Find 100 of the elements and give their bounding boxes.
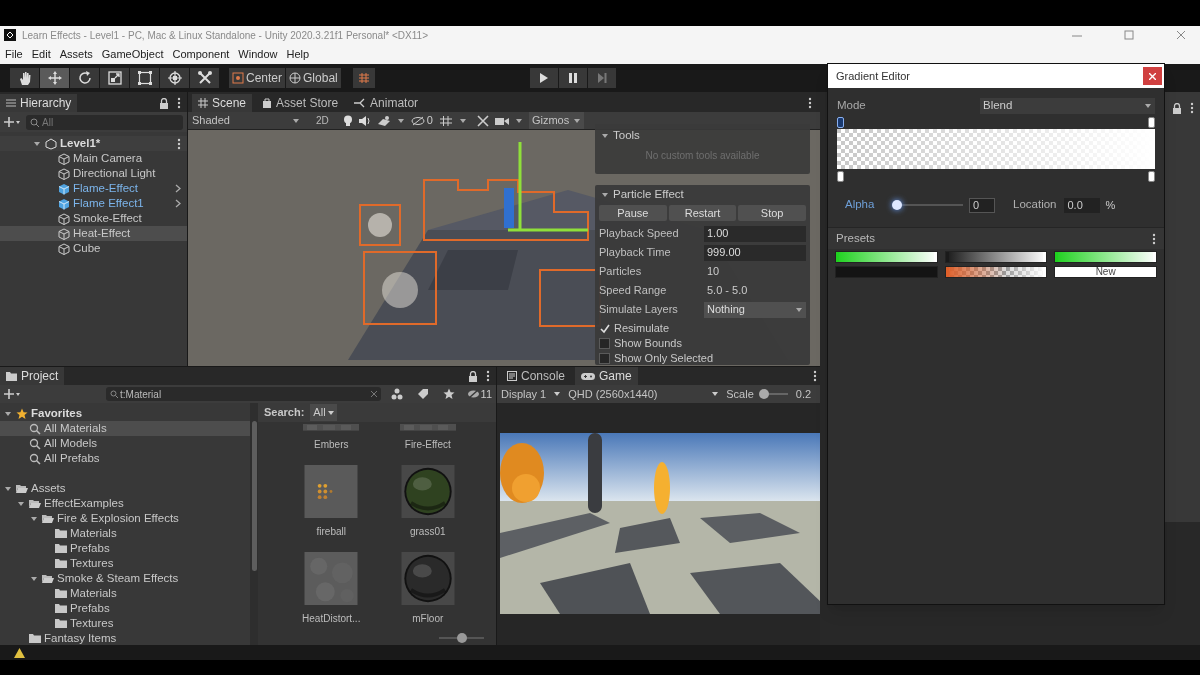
2d-toggle[interactable]: 2D [316,113,329,128]
caret-down-icon[interactable] [30,514,38,523]
location-field[interactable]: 0.0 [1064,197,1101,213]
clear-icon[interactable] [370,391,377,397]
more-icon[interactable] [177,97,181,109]
tool-button[interactable] [160,68,189,88]
tool-button[interactable] [130,68,159,88]
color-key[interactable] [837,171,844,182]
panel-tab[interactable]: Game [575,367,638,385]
menu-item[interactable]: Assets [59,45,93,63]
close-button[interactable] [1143,67,1162,85]
caret-down-icon[interactable] [33,139,41,148]
more-icon[interactable] [813,370,817,382]
space-button[interactable]: Global [286,68,341,88]
camera-icon[interactable] [494,115,509,126]
folder-tree-item[interactable]: Materials [0,586,250,601]
shading-dropdown[interactable]: Shaded [192,112,300,129]
folder-tree-item[interactable]: Fantasy Items [0,631,250,645]
folder-tree-item[interactable]: All Models [0,436,250,451]
pivot-button[interactable]: Center [229,68,286,88]
more-icon[interactable] [1189,102,1194,114]
folder-tree-item[interactable]: Prefabs [0,541,250,556]
menu-item[interactable]: Window [238,45,278,63]
hidden-objects-toggle[interactable]: 0 [410,112,433,129]
filter-type-icon[interactable] [390,388,403,400]
hidden-packages-toggle[interactable]: 11 [466,385,492,403]
gradient-preset[interactable] [835,251,938,263]
hierarchy-item[interactable]: Flame-Effect [0,181,187,196]
effects-icon[interactable] [376,114,391,127]
panel-tab[interactable]: Console [501,367,572,385]
playback-button[interactable]: Stop [738,205,806,221]
lock-icon[interactable] [468,370,478,382]
panel-tab[interactable]: Project [0,367,65,385]
crossed-tools-icon[interactable] [476,114,489,127]
color-key[interactable] [1148,171,1155,182]
panel-tab[interactable]: Asset Store [256,94,345,112]
lock-icon[interactable] [1171,102,1182,114]
caret-down-icon[interactable] [30,574,38,583]
folder-tree-item[interactable]: Smoke & Steam Effects [0,571,250,586]
hierarchy-item[interactable]: Flame Effect1 [0,196,187,211]
grid-icon[interactable] [438,114,453,127]
add-icon[interactable] [4,389,20,399]
light-bulb-icon[interactable] [342,114,353,127]
folder-tree-item[interactable]: All Materials [0,421,250,436]
star-icon[interactable] [442,388,455,400]
caret-down-icon[interactable] [4,409,12,418]
alpha-key[interactable] [837,117,844,128]
menu-item[interactable]: GameObject [101,45,164,63]
pause-button[interactable] [558,68,587,88]
gradient-preset[interactable] [944,251,1048,263]
menu-item[interactable]: File [5,45,23,63]
playback-button[interactable]: Pause [599,205,667,221]
more-icon[interactable] [177,137,181,150]
folder-tree-item[interactable]: Materials [0,526,250,541]
more-icon[interactable] [808,97,812,109]
folder-tree-item[interactable]: Prefabs [0,601,250,616]
search-field[interactable]: t:Material [106,387,381,401]
more-icon[interactable] [486,370,490,382]
alpha-key[interactable] [1148,117,1155,128]
tool-button[interactable] [100,68,129,88]
folder-tree-item[interactable]: All Prefabs [0,451,250,466]
close-icon[interactable] [1176,30,1186,40]
label-icon[interactable] [416,388,429,400]
checkbox[interactable] [599,338,610,349]
size-slider-thumb[interactable] [456,633,467,643]
folder-tree-item[interactable]: Fire & Explosion Effects [0,511,250,526]
hierarchy-item[interactable]: Cube [0,241,187,256]
scale-slider-thumb[interactable] [759,389,770,399]
play-button[interactable] [529,68,558,88]
folder-tree-item[interactable]: Assets [0,481,250,496]
speaker-icon[interactable] [358,115,371,126]
caret-down-icon[interactable] [17,499,25,508]
value-field[interactable]: 999.00 [704,244,806,261]
menu-item[interactable]: Edit [31,45,51,63]
tool-button[interactable] [70,68,99,88]
folder-tree-item[interactable]: Textures [0,616,250,631]
mode-dropdown[interactable]: Blend [980,98,1155,114]
scrollbar[interactable] [250,403,258,645]
checkbox[interactable] [599,353,610,364]
folder-tree-item[interactable]: EffectExamples [0,496,250,511]
gradient-preset[interactable]: New [1054,266,1157,278]
hierarchy-item[interactable]: Directional Light [0,166,187,181]
value-field[interactable]: 1.00 [704,225,806,242]
gradient-preset[interactable] [944,266,1048,278]
tool-button[interactable] [40,68,69,88]
playback-button[interactable]: Restart [668,205,737,221]
more-icon[interactable] [1152,232,1156,245]
search-scope-dropdown[interactable]: All [310,404,337,421]
gizmos-dropdown[interactable]: Gizmos [528,112,585,129]
alpha-slider-thumb[interactable] [892,200,902,210]
tool-button[interactable] [10,68,39,88]
menu-item[interactable]: Help [286,45,310,63]
hierarchy-item[interactable]: Smoke-Effect [0,211,187,226]
folder-tree-item[interactable]: Favorites [0,406,250,421]
alpha-field[interactable]: 0 [969,197,995,213]
step-button[interactable] [587,68,616,88]
layers-dropdown[interactable]: Nothing [704,301,806,318]
caret-down-icon[interactable] [4,484,12,493]
hierarchy-item[interactable]: Heat-Effect [0,226,187,241]
hierarchy-item[interactable]: Level1* [0,136,187,151]
